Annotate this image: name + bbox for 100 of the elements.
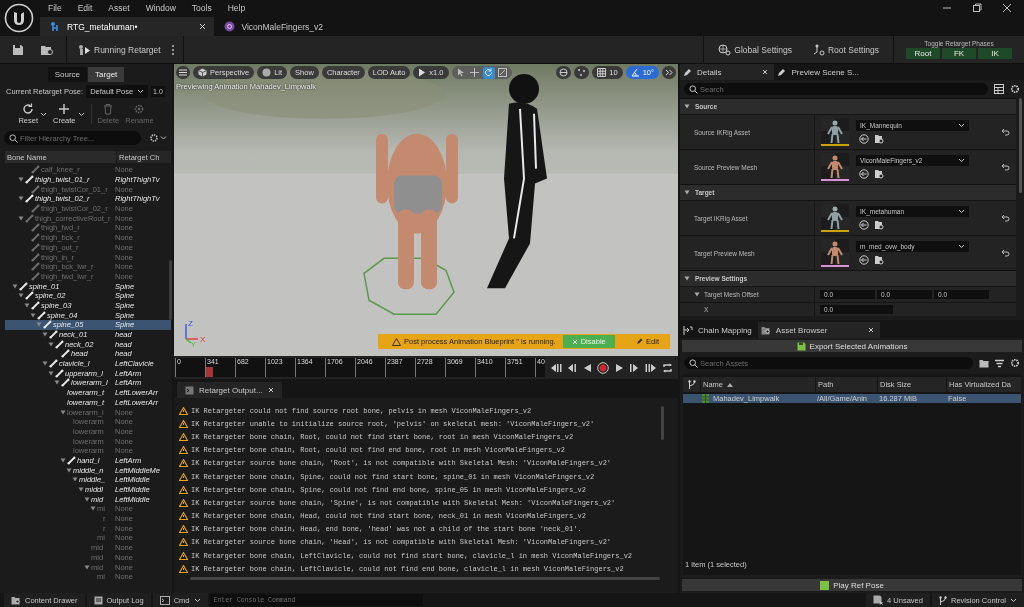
rotate-tool[interactable] xyxy=(482,66,495,79)
document-tab[interactable]: RTG_metahuman• xyxy=(40,17,215,36)
play-reverse-icon[interactable] xyxy=(582,362,592,373)
skip-to-end-icon[interactable] xyxy=(644,362,657,373)
folder-icon[interactable] xyxy=(979,358,989,368)
chevrons-icon xyxy=(665,69,673,76)
save-icon[interactable] xyxy=(12,43,24,56)
cube-icon xyxy=(198,68,207,77)
trash-icon xyxy=(102,103,115,115)
use-selected-icon[interactable] xyxy=(859,255,869,265)
app-logo[interactable] xyxy=(4,3,34,33)
settings-icon xyxy=(149,133,167,143)
plus-icon xyxy=(58,103,71,115)
play-ref-pose-button[interactable]: Play Ref Pose xyxy=(682,579,1022,591)
expand-arrow-icon[interactable] xyxy=(18,177,24,183)
menu-item[interactable]: Edit xyxy=(69,3,101,13)
menu-item[interactable]: Asset xyxy=(100,3,138,13)
close-icon[interactable] xyxy=(267,387,274,393)
export-button[interactable]: Export Selected Animations xyxy=(682,340,1022,352)
reset-icon xyxy=(22,103,35,115)
scrollbar[interactable] xyxy=(661,406,664,440)
global-settings-button[interactable]: Global Settings xyxy=(712,40,798,59)
output-tab[interactable]: Retarget Output... xyxy=(177,382,282,398)
phase-toggle[interactable]: Root xyxy=(906,48,940,59)
menu-item[interactable]: Help xyxy=(219,3,254,13)
close-icon[interactable] xyxy=(199,23,207,30)
phase-toggle[interactable]: FK xyxy=(942,48,976,59)
scrollbar[interactable] xyxy=(1019,98,1022,193)
panel-tab[interactable]: Details xyxy=(680,64,775,80)
sphere-icon xyxy=(262,68,272,77)
log-icon xyxy=(93,595,103,605)
browse-icon[interactable] xyxy=(40,43,54,56)
warning-icon xyxy=(392,337,401,346)
search-icon xyxy=(9,133,18,143)
collapse-arrow-icon xyxy=(694,292,700,297)
reset-icon[interactable] xyxy=(1001,163,1010,171)
collapse-arrow-icon xyxy=(684,276,690,281)
step-forward-icon[interactable] xyxy=(629,362,640,373)
scrollbar[interactable] xyxy=(169,260,172,320)
settings-icon[interactable] xyxy=(1010,84,1020,94)
use-selected-icon[interactable] xyxy=(859,134,869,144)
menu-item[interactable]: Tools xyxy=(183,3,220,13)
run-icon xyxy=(77,43,91,56)
pencil-icon xyxy=(777,67,787,77)
browse-icon[interactable] xyxy=(874,255,884,265)
pencil-icon xyxy=(636,338,644,345)
loop-icon[interactable] xyxy=(662,362,674,373)
expand-arrow-icon[interactable] xyxy=(84,564,90,570)
restore-icon[interactable] xyxy=(972,3,982,13)
globe-gear-icon xyxy=(718,43,732,56)
use-selected-icon[interactable] xyxy=(859,220,869,230)
phase-toggle[interactable]: IK xyxy=(978,48,1012,59)
folder-icon xyxy=(760,325,771,335)
run-retarget-button[interactable]: Running Retarget xyxy=(75,40,163,59)
expand-arrow-icon[interactable] xyxy=(18,196,24,202)
caret-icon xyxy=(958,209,965,214)
skip-to-start-icon[interactable] xyxy=(549,362,562,373)
collapse-arrow-icon xyxy=(684,104,690,109)
save-icon xyxy=(796,341,806,351)
animation-asset-icon xyxy=(702,394,709,403)
search-icon xyxy=(689,84,698,94)
reset-icon[interactable] xyxy=(1001,214,1010,222)
close-icon[interactable] xyxy=(762,69,769,75)
more-icon[interactable] xyxy=(170,43,175,56)
mode-tab[interactable]: Source xyxy=(47,67,88,82)
scale-tool[interactable] xyxy=(496,66,509,79)
menu-item[interactable]: File xyxy=(40,3,70,13)
root-settings-button[interactable]: Root Settings xyxy=(805,40,885,59)
caret-icon xyxy=(1010,597,1017,603)
close-icon[interactable] xyxy=(1002,3,1012,13)
filter-icon[interactable] xyxy=(995,358,1004,368)
settings-dropdown[interactable] xyxy=(149,133,167,143)
caret-icon xyxy=(958,123,965,128)
collapse-arrow-icon xyxy=(684,190,690,195)
reset-icon[interactable] xyxy=(1001,249,1010,257)
play-icon xyxy=(418,68,427,77)
browse-icon[interactable] xyxy=(874,220,884,230)
table-icon[interactable] xyxy=(994,84,1004,94)
skeleton-icon xyxy=(224,21,236,32)
panel-tab[interactable]: Asset Browser xyxy=(757,322,881,338)
step-back-icon[interactable] xyxy=(567,362,578,373)
document-tab[interactable]: ViconMaleFingers_v2 xyxy=(214,17,333,36)
browse-icon[interactable] xyxy=(874,169,884,179)
reset-icon[interactable] xyxy=(1001,128,1010,136)
browse-icon[interactable] xyxy=(874,134,884,144)
close-icon[interactable] xyxy=(868,327,875,333)
move-tool[interactable] xyxy=(468,66,481,79)
mode-tab[interactable]: Target xyxy=(88,67,125,82)
panel-tab[interactable]: Preview Scene S... xyxy=(774,64,866,80)
play-icon[interactable] xyxy=(614,362,624,373)
caret-icon xyxy=(137,89,145,94)
use-selected-icon[interactable] xyxy=(859,169,869,179)
panel-tab[interactable]: Chain Mapping xyxy=(680,322,758,338)
scrollbar[interactable] xyxy=(190,577,660,580)
expand-arrow-icon[interactable] xyxy=(60,409,66,415)
expand-arrow-icon[interactable] xyxy=(18,215,24,221)
menu-item[interactable]: Window xyxy=(137,3,184,13)
settings-icon[interactable] xyxy=(1010,358,1020,368)
close-icon xyxy=(571,338,578,345)
record-icon[interactable] xyxy=(597,361,610,374)
